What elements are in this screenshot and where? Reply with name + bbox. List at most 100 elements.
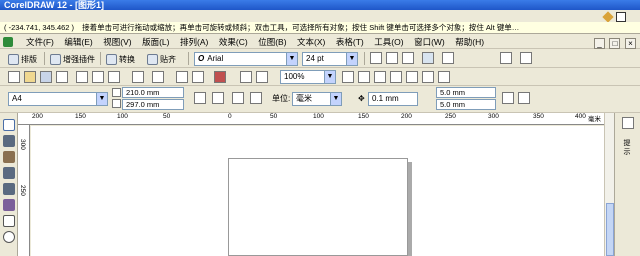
window-title: CorelDRAW 12 - [图形1] [4,0,105,10]
restore-button[interactable]: □ [609,38,621,49]
text-properties-icon[interactable] [500,52,512,64]
fill-swatch[interactable] [616,12,626,22]
chevron-down-icon: ▼ [96,93,107,105]
export-icon[interactable] [192,71,204,83]
bold-icon[interactable] [370,52,382,64]
page-width-value: 210.0 mm [126,88,160,97]
zoom-in-icon[interactable] [342,71,354,83]
drawing-canvas[interactable] [31,126,604,256]
current-page-icon[interactable] [250,92,262,104]
width-icon [112,88,121,97]
underline-icon[interactable] [402,52,414,64]
smart-fill-icon[interactable] [3,199,15,211]
menu-view[interactable]: 视图(V) [99,35,135,49]
menu-text[interactable]: 文本(X) [293,35,329,49]
align-icon[interactable] [422,52,434,64]
snap-button[interactable]: 贴齐 [147,52,176,66]
landscape-icon[interactable] [212,92,224,104]
paste-icon[interactable] [108,71,120,83]
zoom-height-icon[interactable] [438,71,450,83]
menu-layout[interactable]: 版面(L) [138,35,173,49]
zoom-width-icon[interactable] [422,71,434,83]
cut-icon[interactable] [76,71,88,83]
ruler-label: 50 [270,113,278,120]
italic-icon[interactable] [386,52,398,64]
vertical-scrollbar[interactable] [604,113,614,256]
open-icon[interactable] [24,71,36,83]
nudge-field[interactable]: 0.1 mm [368,92,418,106]
menu-table[interactable]: 表格(T) [332,35,368,49]
close-button[interactable]: × [625,38,636,49]
duplicate-x-field[interactable]: 5.0 mm [436,87,496,98]
layout-button[interactable]: 排版 [8,52,37,66]
freehand-tool-icon[interactable] [3,183,15,195]
hints-tab[interactable]: 提示 [621,139,633,157]
duplicate-y-field[interactable]: 5.0 mm [436,99,496,110]
redo-icon[interactable] [152,71,164,83]
unit-select[interactable]: 毫米 ▼ [292,92,342,106]
app-icon[interactable] [3,37,13,47]
zoom-out-icon[interactable] [358,71,370,83]
menu-edit[interactable]: 编辑(E) [60,35,96,49]
height-icon [112,99,121,108]
undo-icon[interactable] [132,71,144,83]
menu-effects[interactable]: 效果(C) [215,35,252,49]
font-name-select[interactable]: O Arial ▼ [194,52,298,66]
menu-help[interactable]: 帮助(H) [451,35,488,49]
import-icon[interactable] [176,71,188,83]
portrait-icon[interactable] [194,92,206,104]
save-icon[interactable] [40,71,52,83]
layout-icon [8,53,19,65]
treat-as-filled-icon[interactable] [502,92,514,104]
ruler-label: 100 [313,113,324,120]
font-name-value: Arial [207,54,224,63]
new-icon[interactable] [8,71,20,83]
web-icon[interactable] [256,71,268,83]
shape-tool-icon[interactable] [3,135,15,147]
page-height-field[interactable]: 297.0 mm [122,99,184,110]
bullet-icon[interactable] [442,52,454,64]
corel-online-icon[interactable] [240,71,252,83]
font-size-value: 24 pt [306,54,324,63]
ruler-label: 350 [533,113,544,120]
zoom-tool-icon[interactable] [3,167,15,179]
minimize-button[interactable]: _ [593,38,605,49]
ruler-label: 50 [163,113,171,120]
columns-icon[interactable] [520,52,532,64]
ruler-label: 250 [445,113,456,120]
menu-window[interactable]: 窗口(W) [410,35,449,49]
ellipse-tool-icon[interactable] [3,231,15,243]
page-width-field[interactable]: 210.0 mm [122,87,184,98]
zoom-select[interactable]: 100% ▼ [280,70,336,84]
print-icon[interactable] [56,71,68,83]
text-toolbar: 排版 增强插件 转换 贴齐 O Arial ▼ 24 pt ▼ [0,50,640,68]
ruler-label: 150 [75,113,86,120]
snap-icon [147,53,158,65]
menu-bitmaps[interactable]: 位图(B) [254,35,290,49]
zoom-all-icon[interactable] [390,71,402,83]
ruler-label: 100 [117,113,128,120]
all-pages-icon[interactable] [232,92,244,104]
menu-arrange[interactable]: 排列(A) [176,35,212,49]
paper-size-select[interactable]: A4 ▼ [8,92,108,106]
standard-toolbar: 100% ▼ [0,69,640,86]
nudge-icon: ✥ [358,94,365,103]
crop-tool-icon[interactable] [3,151,15,163]
convert-label: 转换 [119,54,135,64]
page-height-value: 297.0 mm [126,100,160,109]
document-page[interactable] [228,158,408,256]
zoom-page-icon[interactable] [406,71,418,83]
close-icon[interactable] [622,117,634,129]
convert-button[interactable]: 转换 [106,52,135,66]
plugin-button[interactable]: 增强插件 [50,52,95,66]
menu-file[interactable]: 文件(F) [22,35,58,49]
zoom-selected-icon[interactable] [374,71,386,83]
copy-icon[interactable] [92,71,104,83]
scrollbar-thumb[interactable] [606,203,614,256]
pick-tool-icon[interactable] [3,119,15,131]
app-launcher-icon[interactable] [214,71,226,83]
font-size-select[interactable]: 24 pt ▼ [302,52,358,66]
menu-tools[interactable]: 工具(O) [370,35,407,49]
rectangle-tool-icon[interactable] [3,215,15,227]
object-manager-icon[interactable] [518,92,530,104]
